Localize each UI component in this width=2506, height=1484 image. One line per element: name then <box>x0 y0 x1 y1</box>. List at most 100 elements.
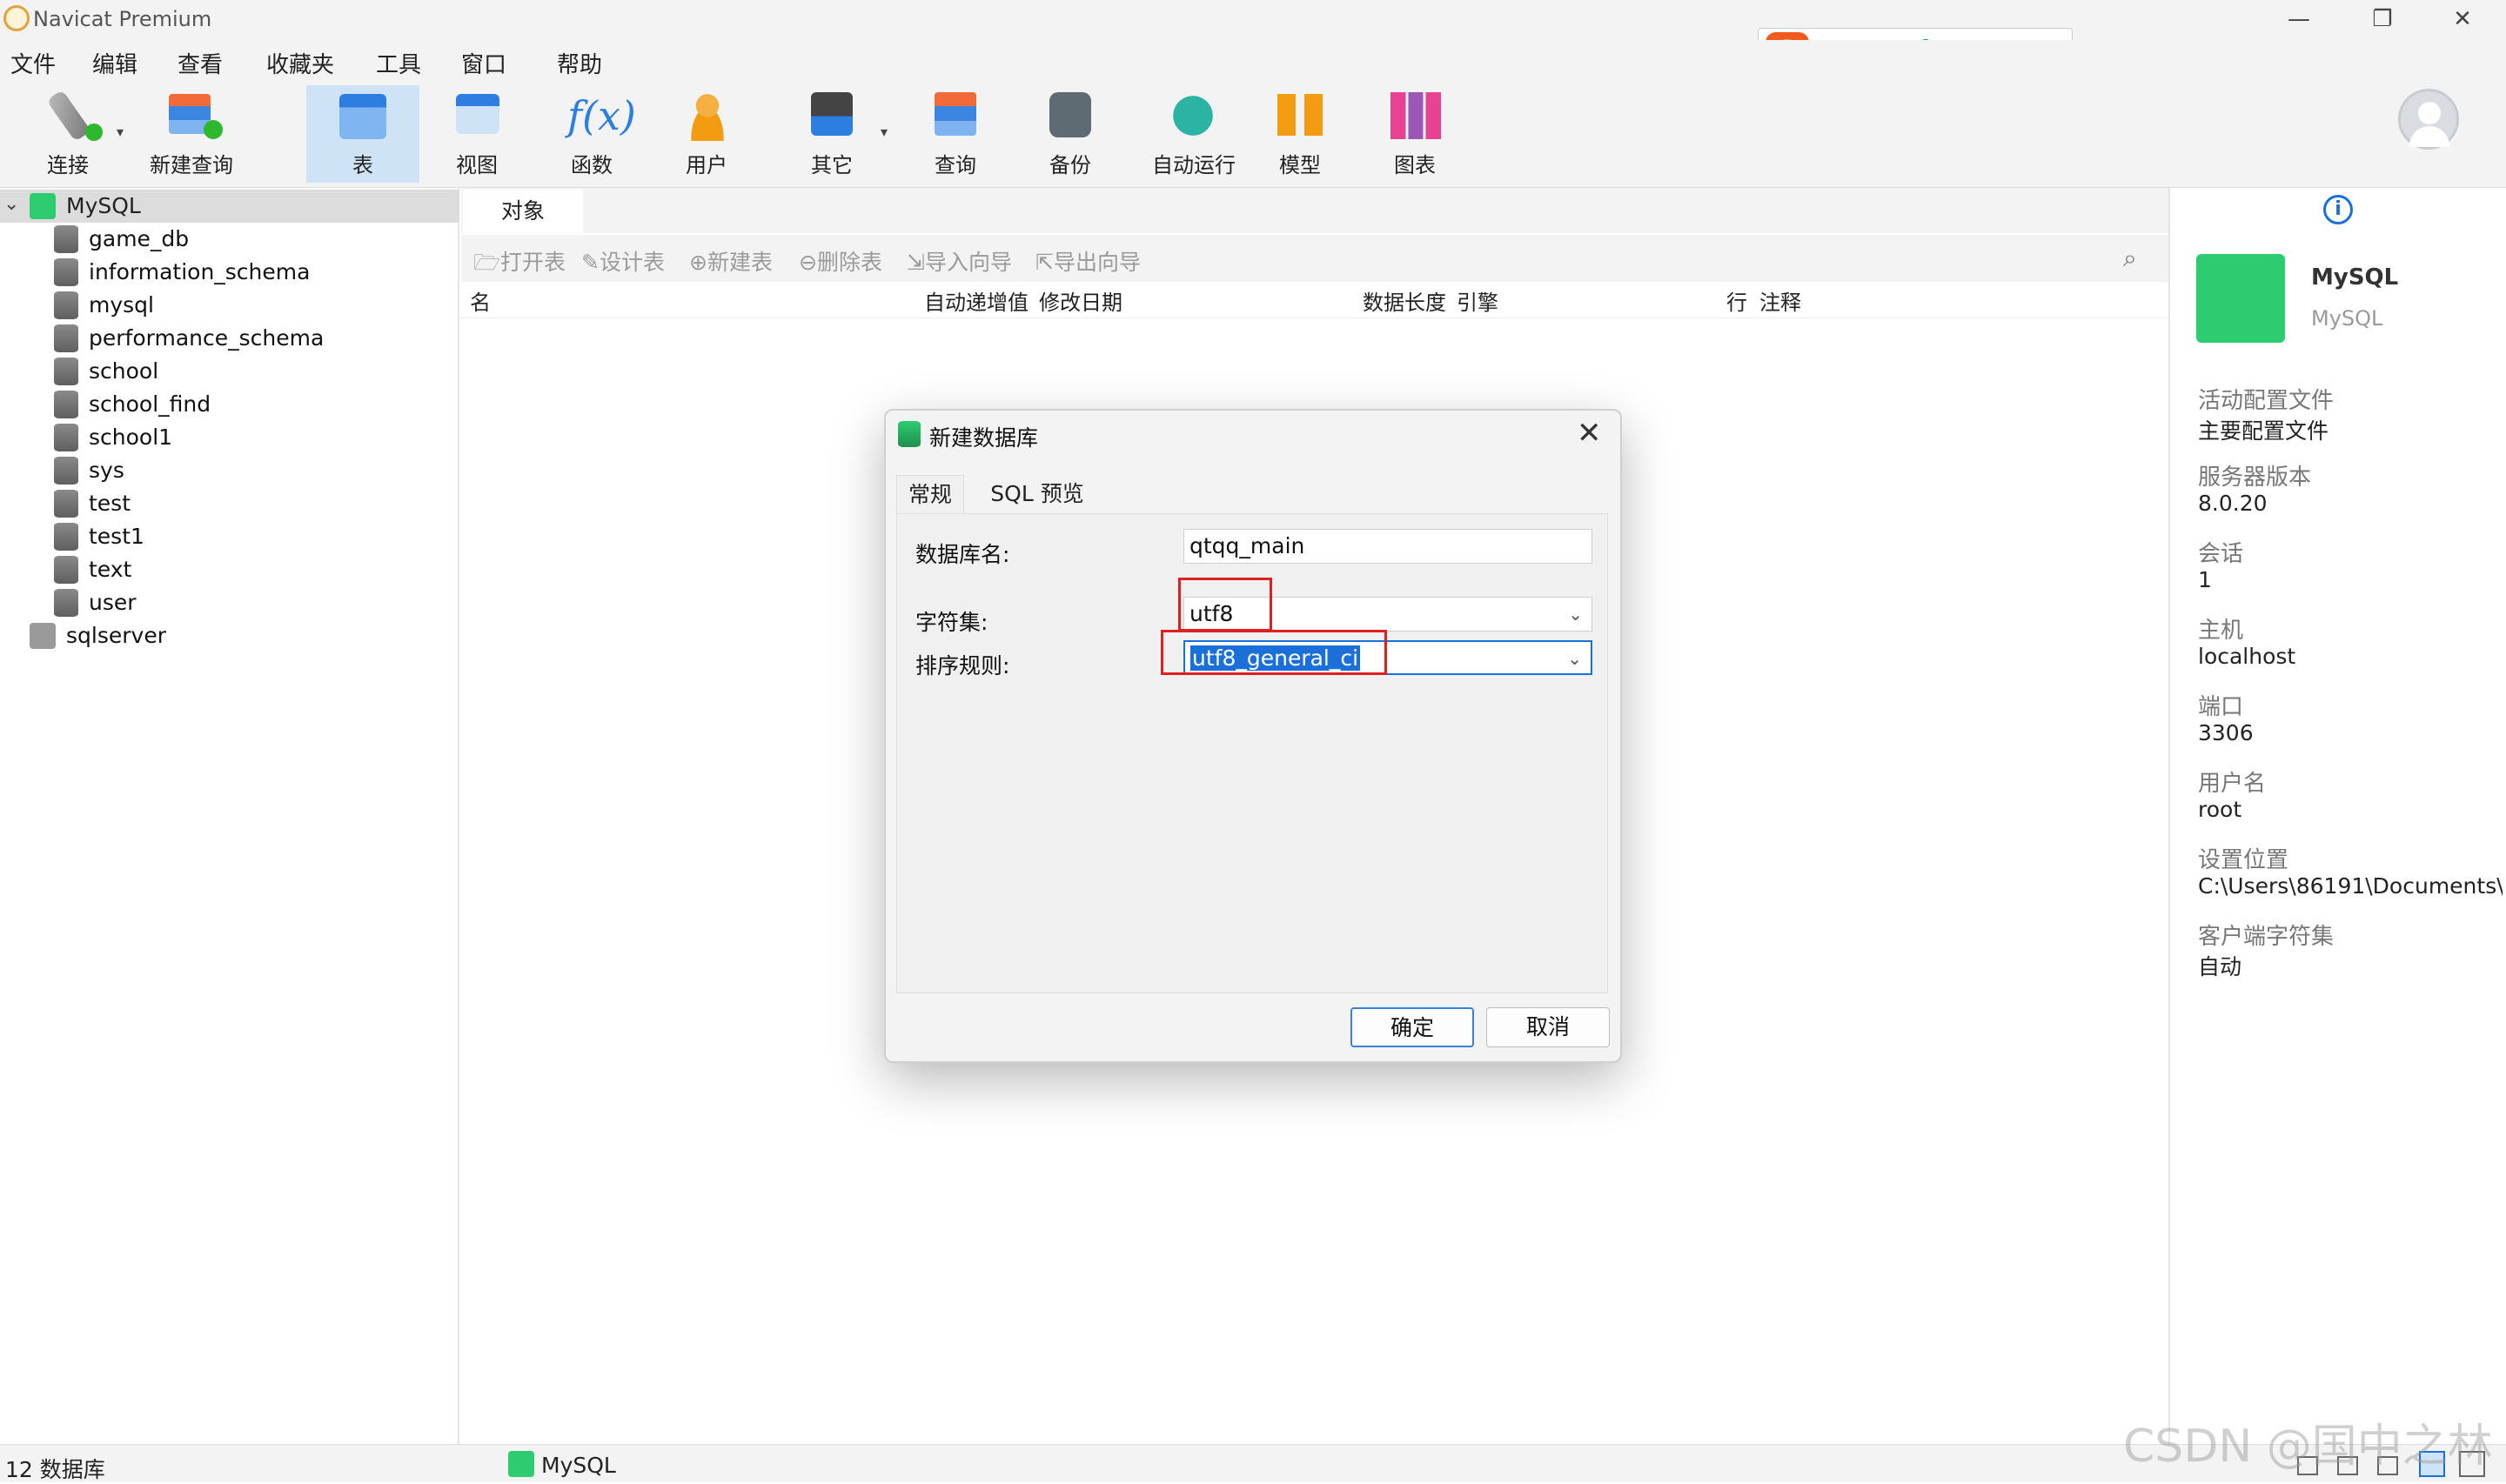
toolbar-view-label: 视图 <box>456 153 498 177</box>
tree-item-label: school1 <box>89 424 173 450</box>
function-icon: f(x) <box>567 92 636 139</box>
database-icon <box>54 291 78 319</box>
tree-item-label: game_db <box>89 226 190 251</box>
title-bar <box>0 0 2506 40</box>
info-value: localhost <box>2198 644 2296 669</box>
toolbar-user-button[interactable]: 用户 <box>654 85 759 183</box>
menu-view[interactable]: 查看 <box>178 47 223 79</box>
menu-window[interactable]: 窗口 <box>461 47 506 79</box>
chevron-down-icon[interactable]: ⌄ <box>3 193 19 215</box>
toolbar-view-button[interactable]: 视图 <box>425 85 529 183</box>
menu-favorites[interactable]: 收藏夹 <box>266 47 334 79</box>
avatar-body-icon <box>2409 126 2449 147</box>
toolbar-new-query-button[interactable]: 新建查询 <box>139 85 244 183</box>
export-wizard-label: 导出向导 <box>1053 250 1141 275</box>
menu-file[interactable]: 文件 <box>10 47 56 79</box>
toolbar-backup-button[interactable]: 备份 <box>1018 85 1122 183</box>
toolbar-table-button[interactable]: 表 <box>306 85 419 183</box>
dbname-input[interactable]: qtqq_main <box>1183 529 1592 564</box>
menu-tools[interactable]: 工具 <box>376 47 421 79</box>
model-icon <box>1277 94 1323 136</box>
avatar[interactable] <box>2398 89 2459 150</box>
new-table-button[interactable]: ⊕新建表 <box>689 245 773 277</box>
tree-item-label: performance_schema <box>89 325 325 351</box>
toolbar-model-button[interactable]: 模型 <box>1248 85 1352 183</box>
database-icon <box>54 523 78 551</box>
tree-item-database[interactable]: school <box>0 355 459 388</box>
tree-item-database[interactable]: test1 <box>0 520 459 553</box>
tree-item-database[interactable]: text <box>0 553 459 586</box>
tree-item-database[interactable]: mysql <box>0 289 459 322</box>
tree-item-database[interactable]: game_db <box>0 223 459 256</box>
connect-dropdown-chevron-icon[interactable]: ▾ <box>117 124 124 140</box>
col-name[interactable]: 名 <box>470 285 491 316</box>
toolbar-connect-button[interactable]: 连接 <box>16 85 120 183</box>
delete-table-label: 删除表 <box>816 250 882 275</box>
tree-item-sqlserver[interactable]: sqlserver <box>0 619 459 652</box>
database-icon <box>54 258 78 286</box>
sqlserver-connection-icon <box>30 623 56 649</box>
other-dropdown-chevron-icon[interactable]: ▾ <box>881 124 888 140</box>
info-value: 3306 <box>2198 720 2254 745</box>
tree-item-database[interactable]: information_schema <box>0 256 459 289</box>
design-table-button[interactable]: ✎设计表 <box>581 245 665 277</box>
tree-item-database[interactable]: user <box>0 586 459 619</box>
search-icon[interactable]: ⌕ <box>2123 244 2137 273</box>
info-icon[interactable]: i <box>2323 195 2353 224</box>
navicat-logo-icon <box>3 5 30 31</box>
col-auto-increment[interactable]: 自动递增值 <box>924 285 1029 316</box>
col-engine[interactable]: 引擎 <box>1457 285 1498 316</box>
tree-item-database[interactable]: school_find <box>0 388 459 421</box>
import-wizard-button[interactable]: ⇲导入向导 <box>907 245 1012 277</box>
charset-label: 字符集: <box>915 610 988 635</box>
tree-item-database[interactable]: test <box>0 487 459 520</box>
dialog-close-icon[interactable]: ✕ <box>1577 416 1602 451</box>
add-badge-icon <box>85 124 103 141</box>
menu-help[interactable]: 帮助 <box>557 47 602 79</box>
tab-objects[interactable]: 对象 <box>463 190 583 235</box>
toolbar-other-button[interactable]: 其它 <box>780 85 884 183</box>
tree-item-label: school <box>89 358 159 384</box>
toolbar-query-button[interactable]: 查询 <box>903 85 1008 183</box>
col-data-length[interactable]: 数据长度 <box>1363 285 1446 316</box>
mysql-dolphin-icon <box>2196 254 2285 343</box>
menu-edit[interactable]: 编辑 <box>92 47 137 79</box>
delete-table-button[interactable]: ⊖删除表 <box>799 245 882 277</box>
col-modified-date[interactable]: 修改日期 <box>1039 285 1122 316</box>
toolbar-other-label: 其它 <box>811 153 853 177</box>
tree-item-database[interactable]: sys <box>0 454 459 487</box>
ok-button[interactable]: 确定 <box>1350 1007 1474 1047</box>
minimize-button[interactable]: — <box>2280 2 2318 37</box>
chevron-down-icon[interactable]: ⌄ <box>1567 642 1582 675</box>
annotation-collation-highlight <box>1161 630 1387 675</box>
info-label: 设置位置 <box>2198 847 2289 873</box>
tree-item-label: school_find <box>89 391 211 417</box>
cancel-button[interactable]: 取消 <box>1486 1007 1610 1047</box>
toolbar-function-button[interactable]: f(x) 函数 <box>539 85 644 183</box>
tree-item-label: information_schema <box>89 259 311 284</box>
export-icon: ⇱ <box>1035 250 1054 275</box>
open-table-button[interactable]: 🗁打开表 <box>473 245 566 284</box>
database-icon <box>54 225 78 253</box>
design-table-label: 设计表 <box>599 250 665 275</box>
tree-item-mysql[interactable]: ⌄ MySQL <box>0 190 459 223</box>
col-rows[interactable]: 行 <box>1726 285 1747 316</box>
export-wizard-button[interactable]: ⇱导出向导 <box>1035 245 1141 277</box>
close-button[interactable]: ✕ <box>2443 2 2482 37</box>
status-db-count: 12 数据库 <box>5 1457 105 1482</box>
info-label: 服务器版本 <box>2198 465 2312 491</box>
tab-general[interactable]: 常规 <box>896 475 964 513</box>
toolbar-automation-button[interactable]: 自动运行 <box>1133 85 1255 183</box>
plus-circle-icon: ⊕ <box>689 250 707 275</box>
restore-button[interactable]: ❐ <box>2363 2 2402 37</box>
tab-sql-preview[interactable]: SQL 预览 <box>980 475 1095 513</box>
tree-item-label: sys <box>89 458 124 483</box>
info-conn-name: MySQL <box>2311 264 2399 291</box>
toolbar-chart-button[interactable]: 图表 <box>1363 85 1467 183</box>
tree-item-database[interactable]: school1 <box>0 421 459 454</box>
database-icon <box>54 324 78 352</box>
info-label: 活动配置文件 <box>2198 388 2335 414</box>
col-comment[interactable]: 注释 <box>1759 285 1801 316</box>
tree-item-database[interactable]: performance_schema <box>0 322 459 355</box>
chevron-down-icon[interactable]: ⌄ <box>1568 598 1583 631</box>
